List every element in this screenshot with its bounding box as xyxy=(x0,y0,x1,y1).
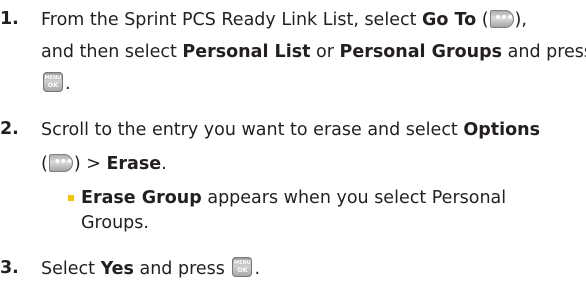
step-1-line-3: MENU OK. xyxy=(43,72,71,94)
go-to-label: Go To xyxy=(422,10,477,30)
menu-ok-key-icon: MENU OK xyxy=(43,72,63,92)
yes-label: Yes xyxy=(100,259,134,279)
menu-ok-key-icon: MENU OK xyxy=(232,257,253,277)
options-label: Options xyxy=(463,120,541,140)
step-number: 1. xyxy=(0,9,19,29)
personal-groups-label: Personal Groups xyxy=(339,42,503,62)
instructions-page: { "steps": [ { "number": "1.", "line1": … xyxy=(0,0,586,288)
step-1-line-1: From the Sprint PCS Ready Link List, sel… xyxy=(41,9,527,30)
step-2-line-1: Scroll to the entry you want to erase an… xyxy=(41,120,541,140)
erase-group-label: Erase Group xyxy=(81,188,202,208)
step-1-line-2: and then select Personal List or Persona… xyxy=(41,42,586,62)
personal-list-label: Personal List xyxy=(182,42,311,62)
step-3-line-1: Select Yes and press MENU OK. xyxy=(41,257,261,279)
step-2-bullet-line-2: Groups. xyxy=(81,213,149,233)
step-number: 2. xyxy=(0,119,19,139)
step-2-line-2: (•••) > Erase. xyxy=(41,153,167,174)
left-softkey-icon: ••• xyxy=(489,9,514,28)
step-number: 3. xyxy=(0,258,19,278)
erase-label: Erase xyxy=(106,154,162,174)
bullet-marker-icon xyxy=(68,195,74,201)
right-softkey-icon: ••• xyxy=(48,153,73,172)
step-2-bullet-line-1: Erase Group appears when you select Pers… xyxy=(81,188,507,208)
